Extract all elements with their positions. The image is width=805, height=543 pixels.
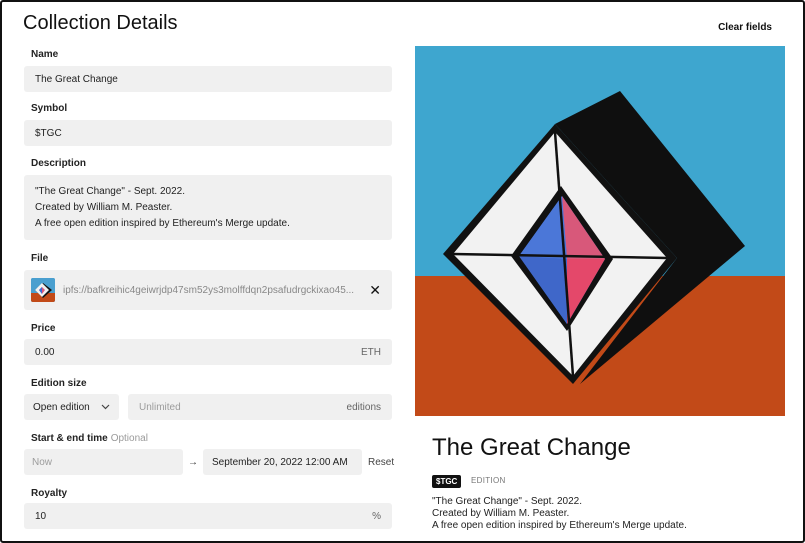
price-unit: ETH <box>361 346 381 358</box>
edition-tag: EDITION <box>471 476 506 485</box>
royalty-label: Royalty <box>31 488 68 499</box>
name-label: Name <box>31 49 59 60</box>
file-ipfs-path: ipfs://bafkreihic4geiwrjdp47sm52ys3molff… <box>63 284 355 296</box>
end-time-value: September 20, 2022 12:00 AM <box>212 456 348 468</box>
preview-description-line: Created by William M. Peaster. <box>432 508 570 519</box>
edition-type-selected: Open edition <box>33 401 90 413</box>
price-value: 0.00 <box>35 346 55 358</box>
edition-size-label: Edition size <box>31 378 87 389</box>
description-line: A free open edition inspired by Ethereum… <box>35 217 290 229</box>
edition-count-input[interactable]: Unlimited editions <box>128 394 392 420</box>
description-line: Created by William M. Peaster. <box>35 201 173 213</box>
chevron-down-icon <box>101 402 110 412</box>
edition-type-select[interactable]: Open edition <box>24 394 119 420</box>
start-time-placeholder: Now <box>32 456 53 468</box>
clear-fields-button[interactable]: Clear fields <box>718 22 772 33</box>
symbol-badge: $TGC <box>432 475 462 488</box>
name-input[interactable]: The Great Change <box>24 66 392 92</box>
edition-count-placeholder: Unlimited <box>139 401 181 413</box>
preview-description: "The Great Change" - Sept. 2022. Created… <box>432 496 687 532</box>
artwork-image <box>415 46 785 416</box>
price-label: Price <box>31 323 56 334</box>
preview-description-line: "The Great Change" - Sept. 2022. <box>432 496 582 507</box>
royalty-value: 10 <box>35 510 47 522</box>
preview-card: The Great Change $TGC EDITION "The Great… <box>415 46 785 541</box>
start-end-time-label-text: Start & end time <box>31 433 108 444</box>
edition-count-unit: editions <box>346 401 381 413</box>
arrow-right-icon: → <box>188 457 198 468</box>
optional-hint: Optional <box>110 433 148 444</box>
preview-description-line: A free open edition inspired by Ethereum… <box>432 520 687 531</box>
royalty-input[interactable]: 10 % <box>24 503 392 529</box>
price-input[interactable]: 0.00 ETH <box>24 339 392 365</box>
symbol-value: $TGC <box>35 127 62 139</box>
close-icon[interactable]: ✕ <box>369 283 381 297</box>
description-line: "The Great Change" - Sept. 2022. <box>35 185 185 197</box>
symbol-input[interactable]: $TGC <box>24 120 392 146</box>
royalty-unit: % <box>372 510 381 522</box>
page-title: Collection Details <box>23 12 178 34</box>
start-time-input[interactable]: Now <box>24 449 183 475</box>
name-value: The Great Change <box>35 73 118 85</box>
description-textarea[interactable]: "The Great Change" - Sept. 2022. Created… <box>24 175 392 240</box>
collection-details-panel: Collection Details Clear fields Name The… <box>0 0 805 543</box>
preview-title: The Great Change <box>432 434 631 461</box>
symbol-label: Symbol <box>31 103 68 114</box>
artwork-thumbnail-icon <box>31 278 55 302</box>
reset-dates-button[interactable]: Reset <box>368 457 394 468</box>
start-end-time-label: Start & end time Optional <box>31 433 148 444</box>
end-time-input[interactable]: September 20, 2022 12:00 AM <box>203 449 362 475</box>
file-label: File <box>31 253 49 264</box>
description-label: Description <box>31 158 87 169</box>
file-upload-field[interactable]: ipfs://bafkreihic4geiwrjdp47sm52ys3molff… <box>24 270 392 310</box>
